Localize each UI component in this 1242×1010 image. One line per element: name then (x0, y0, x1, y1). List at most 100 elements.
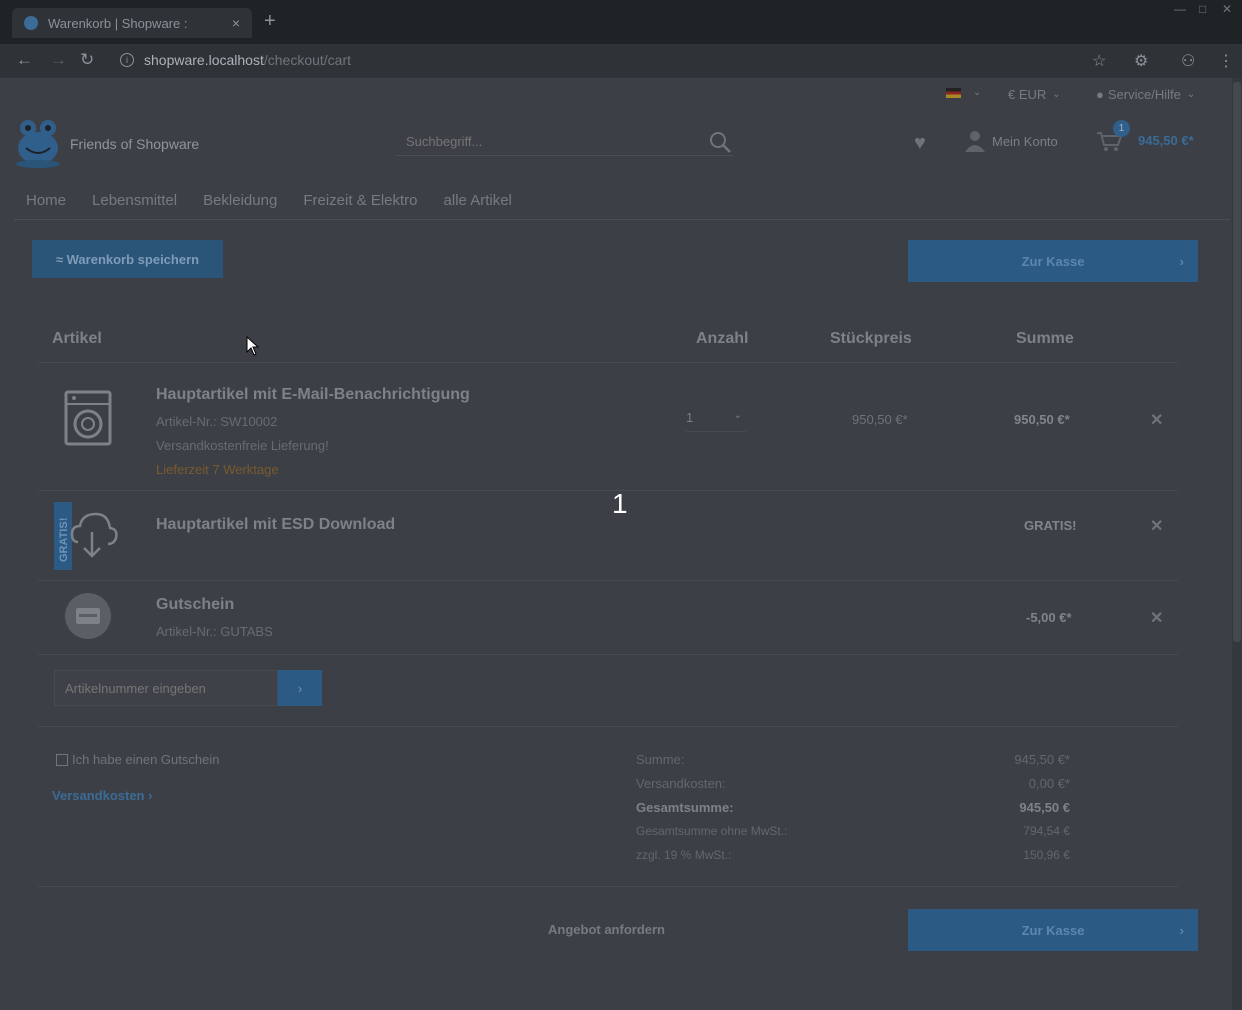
item-sum: -5,00 €* (1026, 610, 1072, 625)
checkout-button-bottom[interactable]: Zur Kasse › (908, 909, 1198, 951)
brand-name: Friends of Shopware (70, 136, 200, 152)
chevron-right-icon: › (1179, 253, 1184, 269)
account-label: Mein Konto (992, 133, 1058, 149)
add-article-button[interactable]: › (278, 670, 322, 706)
vat-value: 150,96 € (1023, 848, 1070, 862)
main-navigation: Home Lebensmittel Bekleidung Freizeit & … (14, 182, 1230, 220)
minimize-icon[interactable]: — (1174, 2, 1186, 16)
chevron-right-icon: › (1179, 922, 1184, 938)
total-label: Gesamtsumme: (636, 800, 734, 815)
total-value: 945,50 € (1019, 800, 1070, 815)
cart-count-badge: 1 (1113, 120, 1130, 137)
step-overlay-number: 1 (612, 488, 628, 519)
column-header-sum: Summe (1016, 330, 1074, 347)
voucher-toggle[interactable]: Ich habe einen Gutschein (56, 752, 219, 767)
account-link[interactable]: Mein Konto (964, 130, 1058, 152)
net-total-label: Gesamtsumme ohne MwSt.: (636, 824, 788, 838)
item-title[interactable]: Hauptartikel mit E-Mail-Benachrichtigung (156, 386, 470, 404)
url-host: shopware.localhost (144, 52, 264, 68)
remove-item-icon[interactable]: ✕ (1150, 410, 1163, 430)
mouse-cursor-icon (246, 336, 260, 356)
quantity-select[interactable]: 1 ⌄ (686, 410, 746, 432)
quantity-value: 1 (686, 410, 694, 425)
net-total-value: 794,54 € (1023, 824, 1070, 838)
search-icon[interactable] (708, 130, 732, 154)
wishlist-heart-icon[interactable]: ♥ (914, 132, 926, 155)
column-header-unit-price: Stückpreis (830, 330, 912, 347)
divider (38, 362, 1178, 363)
divider (38, 580, 1178, 581)
save-cart-button[interactable]: ≈ Warenkorb speichern (32, 240, 223, 278)
chevron-down-icon: ⌄ (733, 410, 742, 421)
language-switcher[interactable]: ⌄ (946, 87, 981, 98)
request-offer-link[interactable]: Angebot anfordern (548, 922, 665, 937)
subtotal-label: Summe: (636, 752, 685, 767)
tab-close-icon[interactable]: × (232, 15, 240, 31)
item-article-number: Artikel-Nr.: GUTABS (156, 624, 273, 639)
nav-item-freizeit-elektro[interactable]: Freizeit & Elektro (291, 182, 431, 219)
german-flag-icon (946, 87, 961, 98)
divider (38, 886, 1178, 887)
item-shipping-note: Versandkostenfreie Lieferung! (156, 438, 329, 453)
item-title[interactable]: Hauptartikel mit ESD Download (156, 516, 395, 534)
divider (38, 726, 1178, 727)
shipping-value: 0,00 €* (1028, 776, 1070, 791)
shopware-favicon-icon (24, 16, 38, 30)
item-article-number: Artikel-Nr.: SW10002 (156, 414, 278, 429)
shipping-label: Versandkosten: (636, 776, 726, 791)
scrollbar-thumb[interactable] (1233, 82, 1241, 642)
url-path: /checkout/cart (263, 52, 352, 68)
close-window-icon[interactable]: ✕ (1222, 2, 1232, 16)
bookmark-star-icon[interactable]: ☆ (1092, 51, 1106, 71)
article-number-field (54, 670, 278, 706)
maximize-icon[interactable]: □ (1199, 2, 1206, 16)
extension-gear-icon[interactable]: ⚙ (1134, 51, 1148, 71)
reload-icon[interactable]: ↻ (80, 50, 94, 70)
browser-tab-bar: Warenkorb | Shopware : × + — □ ✕ (0, 0, 1242, 44)
back-icon[interactable]: ← (16, 50, 33, 70)
cart-total[interactable]: 945,50 €* (1138, 133, 1194, 148)
voucher-icon[interactable] (64, 592, 112, 640)
user-icon (965, 131, 985, 152)
frog-logo-icon[interactable] (14, 118, 62, 168)
divider (38, 490, 1178, 491)
nav-item-alle-artikel[interactable]: alle Artikel (432, 182, 526, 219)
info-icon[interactable]: i (120, 53, 134, 67)
menu-kebab-icon[interactable]: ⋮ (1218, 51, 1234, 71)
tab-title: Warenkorb | Shopware : (48, 15, 188, 31)
divider (38, 654, 1178, 655)
item-delivery-time: Lieferzeit 7 Werktage (156, 462, 279, 477)
washing-machine-icon[interactable] (64, 390, 112, 446)
checkout-button-top[interactable]: Zur Kasse › (908, 240, 1198, 282)
search-input[interactable] (396, 128, 686, 154)
cloud-download-icon[interactable]: GRATIS! (54, 502, 120, 570)
shipping-costs-link[interactable]: Versandkosten › (52, 788, 152, 803)
service-menu[interactable]: ● Service/Hilfe ⌄ (1096, 87, 1195, 102)
url-field[interactable]: i shopware.localhost/checkout/cart (120, 52, 351, 68)
shop-page: ⌄ € EUR ⌄ ● Service/Hilfe ⌄ Friends of S… (0, 78, 1242, 1010)
forward-icon[interactable]: → (50, 50, 67, 70)
remove-item-icon[interactable]: ✕ (1150, 608, 1163, 628)
gratis-badge: GRATIS! (58, 518, 70, 562)
browser-tab[interactable]: Warenkorb | Shopware : × (12, 8, 252, 38)
remove-item-icon[interactable]: ✕ (1150, 516, 1163, 536)
article-number-input[interactable] (55, 671, 275, 705)
currency-switcher[interactable]: € EUR ⌄ (1008, 87, 1061, 102)
item-sum: 950,50 €* (1014, 412, 1070, 427)
checkout-label: Zur Kasse (1021, 253, 1085, 269)
help-icon: ● (1096, 87, 1104, 102)
currency-label: € EUR (1008, 87, 1047, 102)
service-label: Service/Hilfe (1107, 87, 1181, 102)
nav-item-lebensmittel[interactable]: Lebensmittel (80, 182, 191, 219)
item-unit-price: 950,50 €* (852, 412, 908, 427)
nav-item-home[interactable]: Home (14, 182, 80, 219)
chevron-down-icon: ⌄ (973, 87, 982, 98)
voucher-checkbox[interactable] (56, 753, 68, 766)
item-sum: GRATIS! (1024, 518, 1077, 533)
chevron-down-icon: ⌄ (1052, 89, 1061, 100)
incognito-icon[interactable]: ⚇ (1181, 51, 1195, 71)
column-header-quantity: Anzahl (696, 330, 749, 347)
nav-item-bekleidung[interactable]: Bekleidung (191, 182, 291, 219)
vat-label: zzgl. 19 % MwSt.: (636, 848, 732, 862)
new-tab-button[interactable]: + (264, 10, 276, 33)
